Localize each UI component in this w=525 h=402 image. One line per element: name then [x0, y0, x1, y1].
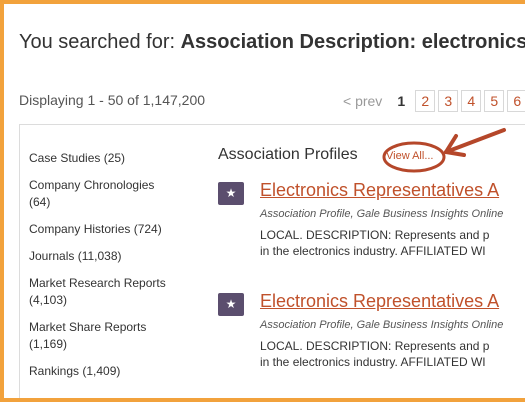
content-type-facets: Case Studies (25) Company Chronologies (… [29, 150, 179, 390]
page-link-5[interactable]: 5 [484, 90, 505, 112]
result-description: LOCAL. DESCRIPTION: Represents and p in … [260, 227, 489, 259]
facet-case-studies[interactable]: Case Studies (25) [29, 150, 179, 167]
result-source: Association Profile, Gale Business Insig… [260, 208, 504, 220]
section-title: Association Profiles [218, 146, 358, 163]
result-description: LOCAL. DESCRIPTION: Represents and p in … [260, 338, 489, 370]
facet-market-share-reports[interactable]: Market Share Reports (1,169) [29, 319, 179, 353]
page-link-3[interactable]: 3 [438, 90, 459, 112]
result-title-link[interactable]: Electronics Representatives A [260, 180, 499, 201]
search-summary: You searched for: Association Descriptio… [19, 31, 525, 54]
page-link-6[interactable]: 6 [507, 90, 525, 112]
page-frame: You searched for: Association Descriptio… [0, 0, 525, 402]
result-description-line: in the electronics industry. AFFILIATED … [260, 244, 486, 258]
facet-company-histories[interactable]: Company Histories (724) [29, 221, 179, 238]
facet-company-chronologies[interactable]: Company Chronologies (64) [29, 177, 179, 211]
current-page: 1 [397, 93, 406, 109]
facet-rankings[interactable]: Rankings (1,409) [29, 363, 179, 380]
result-description-line: LOCAL. DESCRIPTION: Represents and p [260, 339, 490, 353]
prev-page-link[interactable]: < prev [343, 93, 382, 109]
page-link-2[interactable]: 2 [415, 90, 436, 112]
page-link-4[interactable]: 4 [461, 90, 482, 112]
results-count: Displaying 1 - 50 of 1,147,200 [19, 92, 206, 108]
search-prefix: You searched for: [19, 31, 181, 53]
facet-market-research-reports[interactable]: Market Research Reports (4,103) [29, 275, 179, 309]
star-icon: ★ [218, 293, 244, 316]
result-description-line: in the electronics industry. AFFILIATED … [260, 355, 486, 369]
star-icon: ★ [218, 182, 244, 205]
result-source: Association Profile, Gale Business Insig… [260, 319, 504, 331]
left-divider [19, 124, 20, 398]
result-description-line: LOCAL. DESCRIPTION: Represents and p [260, 228, 490, 242]
facet-journals[interactable]: Journals (11,038) [29, 248, 179, 265]
pagination: < prev 1 2 3 4 5 6 [343, 90, 525, 112]
annotation-arrow-icon [382, 128, 506, 173]
search-query: Association Description: electronics [180, 31, 525, 53]
result-title-link[interactable]: Electronics Representatives A [260, 291, 499, 312]
